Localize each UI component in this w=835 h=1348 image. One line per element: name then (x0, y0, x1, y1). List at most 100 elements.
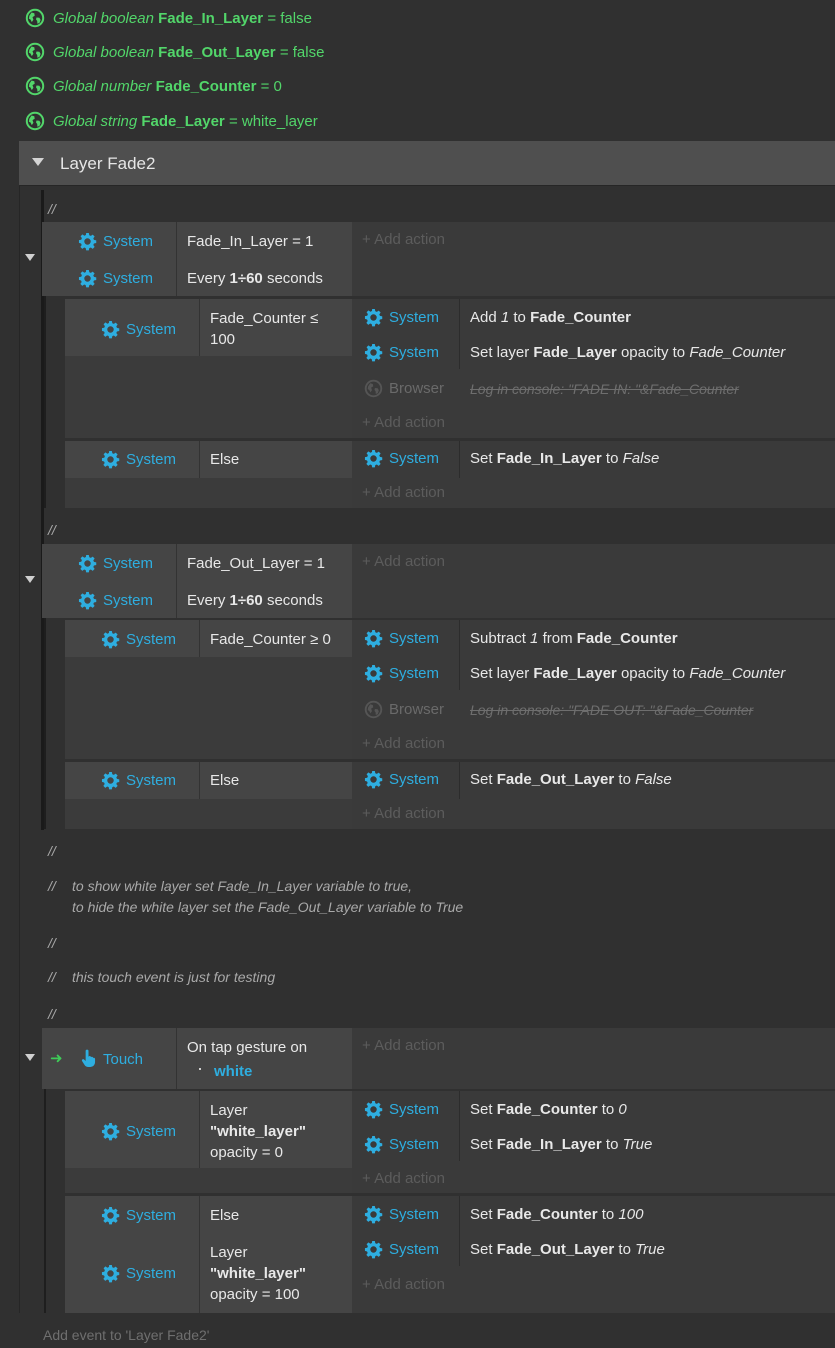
comment-text-line2[interactable]: to hide the white layer set the Fade_Out… (72, 898, 463, 916)
condition-text-line1[interactable]: Layer (210, 1244, 248, 1262)
condition-divider (199, 441, 200, 478)
action-object-browser[interactable]: Browser (389, 380, 444, 398)
condition-text-line2[interactable]: 100 (210, 331, 235, 349)
comment-marker[interactable]: // (48, 877, 56, 895)
gear-icon (364, 629, 383, 648)
gear-icon (101, 1122, 120, 1141)
condition-object-name[interactable]: white (214, 1063, 252, 1081)
action-object-system[interactable]: System (389, 665, 439, 683)
sub-event-indent-line (44, 617, 46, 829)
global-variable-fade-counter[interactable]: Global number Fade_Counter = 0 (53, 78, 282, 96)
condition-text-line2[interactable]: "white_layer" (210, 1123, 306, 1141)
action-object-browser[interactable]: Browser (389, 701, 444, 719)
condition-object-system[interactable]: System (126, 451, 176, 469)
condition-object-system[interactable]: System (126, 772, 176, 790)
condition-text[interactable]: Fade_In_Layer = 1 (187, 233, 313, 251)
action-text[interactable]: Add 1 to Fade_Counter (470, 309, 631, 327)
action-object-system[interactable]: System (389, 1241, 439, 1259)
action-object-system[interactable]: System (389, 309, 439, 327)
condition-text-line1[interactable]: On tap gesture on (187, 1039, 307, 1057)
condition-text[interactable]: Every 1÷60 seconds (187, 592, 323, 610)
action-text[interactable]: Set Fade_Counter to 100 (470, 1206, 643, 1224)
action-text[interactable]: Set layer Fade_Layer opacity to Fade_Cou… (470, 344, 785, 362)
action-object-system[interactable]: System (389, 1101, 439, 1119)
action-text[interactable]: Set Fade_In_Layer to False (470, 450, 659, 468)
action-object-system[interactable]: System (389, 450, 439, 468)
comment-marker[interactable]: // (48, 200, 56, 218)
action-object-system[interactable]: System (389, 1206, 439, 1224)
condition-text[interactable]: Fade_Counter ≥ 0 (210, 631, 331, 649)
comment-marker[interactable]: // (48, 968, 56, 986)
condition-text[interactable]: Every 1÷60 seconds (187, 270, 323, 288)
comment-text-line1[interactable]: to show white layer set Fade_In_Layer va… (72, 877, 412, 895)
add-action-button[interactable]: + Add action (362, 735, 445, 753)
gear-icon (364, 1240, 383, 1259)
gear-icon (78, 591, 97, 610)
action-object-system[interactable]: System (389, 771, 439, 789)
condition-text[interactable]: Else (210, 1207, 239, 1225)
condition-object-system[interactable]: System (103, 592, 153, 610)
condition-object-system[interactable]: System (126, 1207, 176, 1225)
add-action-button[interactable]: + Add action (362, 553, 445, 571)
comment-marker[interactable]: // (48, 842, 56, 860)
expand-triangle-icon[interactable] (25, 576, 35, 583)
disabled-action-text[interactable]: Log in console: "FADE IN: "&Fade_Counter (470, 380, 739, 398)
comment-marker[interactable]: // (48, 1005, 56, 1023)
condition-object-touch[interactable]: Touch (103, 1051, 143, 1069)
add-event-link[interactable]: Add event to 'Layer Fade2' (43, 1326, 209, 1344)
global-variable-fade-out-layer[interactable]: Global boolean Fade_Out_Layer = false (53, 44, 324, 62)
expand-triangle-icon[interactable] (25, 254, 35, 261)
add-action-button[interactable]: + Add action (362, 1276, 445, 1294)
global-variable-fade-in-layer[interactable]: Global boolean Fade_In_Layer = false (53, 10, 312, 28)
add-action-button[interactable]: + Add action (362, 805, 445, 823)
object-thumbnail-icon (199, 1068, 201, 1070)
comment-text[interactable]: this touch event is just for testing (72, 968, 275, 986)
action-text[interactable]: Set layer Fade_Layer opacity to Fade_Cou… (470, 665, 785, 683)
group-header[interactable]: Layer Fade2 (19, 141, 835, 186)
add-action-button[interactable]: + Add action (362, 484, 445, 502)
gear-icon (101, 1264, 120, 1283)
add-action-button[interactable]: + Add action (362, 231, 445, 249)
globe-icon (25, 42, 45, 62)
disabled-action-text[interactable]: Log in console: "FADE OUT: "&Fade_Counte… (470, 701, 753, 719)
condition-text-line3[interactable]: opacity = 100 (210, 1286, 300, 1304)
action-object-system[interactable]: System (389, 344, 439, 362)
gear-icon (101, 450, 120, 469)
action-object-system[interactable]: System (389, 1136, 439, 1154)
action-text[interactable]: Set Fade_In_Layer to True (470, 1136, 652, 1154)
condition-object-system[interactable]: System (103, 233, 153, 251)
condition-object-system[interactable]: System (126, 1123, 176, 1141)
action-text[interactable]: Subtract 1 from Fade_Counter (470, 630, 678, 648)
collapse-triangle-icon[interactable] (32, 158, 44, 166)
action-text[interactable]: Set Fade_Counter to 0 (470, 1101, 627, 1119)
action-divider (459, 299, 460, 369)
condition-object-system[interactable]: System (103, 555, 153, 573)
condition-object-system[interactable]: System (126, 321, 176, 339)
add-action-button[interactable]: + Add action (362, 1037, 445, 1055)
condition-text-line3[interactable]: opacity = 0 (210, 1144, 283, 1162)
action-text[interactable]: Set Fade_Out_Layer to True (470, 1241, 665, 1259)
comment-marker[interactable]: // (48, 934, 56, 952)
globe-icon (25, 8, 45, 28)
condition-text-line1[interactable]: Layer (210, 1102, 248, 1120)
condition-text-line1[interactable]: Fade_Counter ≤ (210, 310, 318, 328)
expand-triangle-icon[interactable] (25, 1054, 35, 1061)
add-action-button[interactable]: + Add action (362, 1170, 445, 1188)
condition-object-system[interactable]: System (126, 1265, 176, 1283)
global-variable-fade-layer[interactable]: Global string Fade_Layer = white_layer (53, 113, 318, 131)
action-divider (459, 441, 460, 478)
add-action-button[interactable]: + Add action (362, 414, 445, 432)
condition-text[interactable]: Else (210, 772, 239, 790)
condition-text-line2[interactable]: "white_layer" (210, 1265, 306, 1283)
action-object-system[interactable]: System (389, 630, 439, 648)
action-text[interactable]: Set Fade_Out_Layer to False (470, 771, 672, 789)
condition-text[interactable]: Fade_Out_Layer = 1 (187, 555, 325, 573)
gear-icon (364, 449, 383, 468)
group-title: Layer Fade2 (60, 154, 156, 173)
condition-text[interactable]: Else (210, 451, 239, 469)
condition-object-system[interactable]: System (126, 631, 176, 649)
condition-object-system[interactable]: System (103, 270, 153, 288)
gear-icon (78, 232, 97, 251)
comment-marker[interactable]: // (48, 521, 56, 539)
condition-divider (199, 620, 200, 657)
